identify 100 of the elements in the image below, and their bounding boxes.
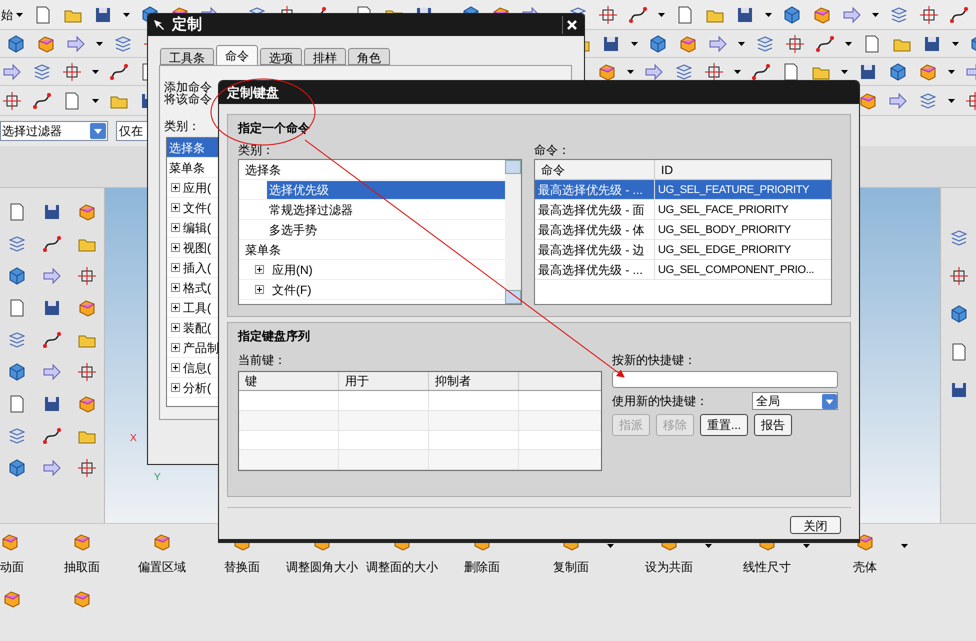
tree-item[interactable]: 多选手势 [267, 220, 319, 238]
cube-icon[interactable] [948, 304, 968, 324]
toolbar-tool-button[interactable]: 动面 [0, 532, 42, 576]
tab[interactable]: 工具条 [160, 48, 214, 65]
command-row[interactable]: 最高选择优先级 - 体 UG_SEL_BODY_PRIORITY [535, 220, 831, 240]
expand-icon[interactable] [171, 263, 180, 272]
layers-icon[interactable] [674, 62, 694, 82]
cube-icon[interactable] [648, 34, 668, 54]
caret-icon[interactable] [901, 544, 908, 548]
toolbar-tool-button[interactable]: 偏置区域 [122, 532, 202, 576]
expand-icon[interactable] [171, 363, 180, 372]
column-header[interactable]: 用于 [339, 372, 429, 390]
crosshair-icon[interactable] [785, 34, 805, 54]
expand-icon[interactable] [255, 265, 264, 274]
action-button[interactable]: 报告 [754, 414, 792, 436]
crosshair-icon[interactable] [76, 266, 97, 286]
shortcut-input-field[interactable] [612, 371, 838, 388]
tree-item[interactable]: 选择条 [243, 160, 283, 178]
crosshair-icon[interactable] [76, 458, 97, 478]
caret-icon[interactable] [16, 12, 23, 16]
command-row[interactable]: 最高选择优先级 - 边 UG_SEL_EDGE_PRIORITY [535, 240, 831, 260]
tree-item[interactable]: 菜单条 [243, 240, 283, 258]
crosshair-icon[interactable] [2, 90, 22, 110]
scrollbar[interactable] [505, 160, 521, 304]
close-button[interactable] [562, 16, 580, 34]
caret-icon[interactable] [948, 98, 955, 102]
start-menu-button[interactable]: 始 [0, 6, 23, 24]
caret-icon[interactable] [627, 70, 634, 74]
expand-icon[interactable] [171, 343, 180, 352]
caret-icon[interactable] [952, 42, 959, 46]
cube-icon[interactable] [7, 266, 28, 286]
solid-face-icon[interactable] [597, 62, 617, 82]
expand-icon[interactable] [255, 285, 264, 294]
curve-icon[interactable] [42, 426, 62, 446]
column-header[interactable]: ID [655, 160, 831, 179]
caret-icon[interactable] [96, 42, 103, 46]
caret-icon[interactable] [872, 12, 879, 16]
caret-icon[interactable] [765, 12, 772, 16]
scope-dropdown[interactable]: 全局 [752, 392, 838, 410]
crosshair-icon[interactable] [76, 362, 97, 382]
caret-icon[interactable] [841, 70, 848, 74]
cube-icon[interactable] [7, 458, 28, 478]
close-button[interactable]: 关闭 [790, 516, 841, 534]
curve-icon[interactable] [42, 234, 62, 254]
expand-icon[interactable] [171, 203, 180, 212]
caret-icon[interactable] [738, 42, 745, 46]
expand-icon[interactable] [171, 243, 180, 252]
curve-icon[interactable] [949, 4, 969, 24]
caret-icon[interactable] [734, 70, 741, 74]
selection-filter-dropdown[interactable]: 选择过滤器 [0, 121, 108, 141]
crosshair-icon[interactable] [62, 62, 82, 82]
cube-icon[interactable] [888, 62, 908, 82]
curve-icon[interactable] [628, 4, 648, 24]
column-header[interactable]: 键 [239, 372, 339, 390]
curve-icon[interactable] [42, 330, 62, 350]
tab[interactable]: 排样 [304, 48, 346, 65]
tab[interactable]: 选项 [260, 48, 302, 65]
caret-icon[interactable] [92, 70, 99, 74]
command-row[interactable]: 最高选择优先级 - ... UG_SEL_FEATURE_PRIORITY [535, 180, 831, 200]
solid-face-icon[interactable] [858, 90, 878, 110]
cube-icon[interactable] [6, 34, 26, 54]
use-label: 使用新的快捷键： [612, 393, 709, 410]
tab[interactable]: 角色 [348, 48, 390, 65]
expand-icon[interactable] [171, 283, 180, 292]
caret-icon[interactable] [948, 70, 955, 74]
curve-icon[interactable] [751, 62, 771, 82]
crosshair-icon[interactable] [704, 62, 724, 82]
expand-icon[interactable] [171, 383, 180, 392]
curve-icon[interactable] [815, 34, 835, 54]
caret-icon[interactable] [631, 42, 638, 46]
expand-icon[interactable] [171, 323, 180, 332]
dialog-title: 定制 [172, 14, 202, 35]
command-row[interactable]: 最高选择优先级 - ... UG_SEL_COMPONENT_PRIO... [535, 260, 831, 280]
tree-item[interactable]: 应用(N) [270, 260, 315, 278]
tab[interactable]: 命令 [216, 45, 258, 65]
crosshair-icon[interactable] [919, 4, 939, 24]
cube-icon[interactable] [7, 362, 28, 382]
tree-item[interactable]: 文件(F) [270, 280, 314, 298]
close-icon[interactable] [566, 19, 578, 31]
caret-icon[interactable] [92, 98, 99, 102]
expand-icon[interactable] [171, 303, 180, 312]
curve-icon[interactable] [32, 90, 52, 110]
column-header[interactable]: 抑制者 [429, 372, 519, 390]
command-row[interactable]: 最高选择优先级 - 面 UG_SEL_FACE_PRIORITY [535, 200, 831, 220]
action-button[interactable]: 重置... [700, 414, 748, 436]
caret-icon[interactable] [123, 12, 130, 16]
crosshair-icon[interactable] [948, 266, 968, 286]
cube-icon[interactable] [782, 4, 802, 24]
toolbar-tool-button[interactable]: 抽取面 [42, 532, 122, 576]
column-header[interactable]: 命令 [535, 160, 655, 179]
caret-icon[interactable] [845, 42, 852, 46]
block-arrow-icon[interactable] [644, 62, 664, 82]
curve-icon[interactable] [109, 62, 129, 82]
command-label: 命令： [534, 142, 571, 159]
expand-icon[interactable] [171, 223, 180, 232]
caret-icon[interactable] [658, 12, 665, 16]
tree-item[interactable]: 选择优先级 [267, 180, 505, 198]
crosshair-icon[interactable] [598, 4, 618, 24]
tree-item[interactable]: 常规选择过滤器 [267, 200, 355, 218]
expand-icon[interactable] [171, 183, 180, 192]
